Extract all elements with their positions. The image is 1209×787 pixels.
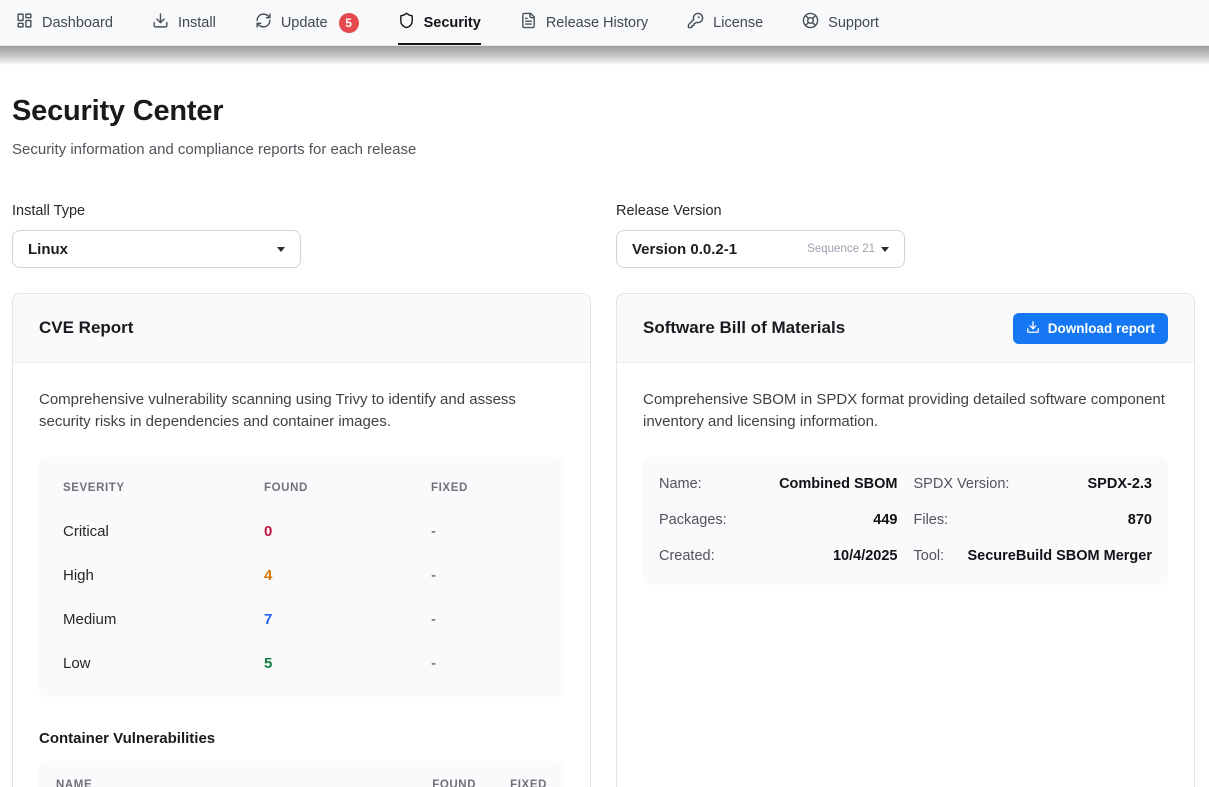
sbom-details-panel: Name: Combined SBOM SPDX Version: SPDX-2…: [643, 457, 1168, 585]
fixed-count: -: [431, 655, 540, 672]
cve-report-title: CVE Report: [39, 318, 133, 338]
table-row: Critical 0 -: [39, 510, 564, 554]
install-type-value: Linux: [28, 241, 68, 258]
list-item: Created: 10/4/2025: [659, 538, 898, 574]
download-icon: [1026, 320, 1040, 337]
update-count-badge: 5: [339, 13, 359, 33]
fixed-count: -: [431, 523, 540, 540]
download-icon: [152, 12, 169, 33]
chevron-down-icon: [277, 247, 285, 252]
severity-label: Low: [63, 655, 264, 672]
install-type-filter: Install Type Linux: [12, 203, 591, 268]
detail-label: SPDX Version:: [914, 476, 1010, 492]
container-vulnerabilities-table-header: NAME FOUND FIXED: [39, 761, 564, 787]
detail-label: Name:: [659, 476, 702, 492]
fixed-count: -: [431, 567, 540, 584]
sbom-card: Software Bill of Materials Download repo…: [616, 293, 1195, 787]
detail-label: Files:: [914, 512, 949, 528]
nav-tab-label: Dashboard: [42, 15, 113, 31]
top-nav: Dashboard Install Update 5 Security Rele…: [0, 0, 1209, 46]
fixed-count: -: [431, 611, 540, 628]
refresh-icon: [255, 12, 272, 33]
found-count: 0: [264, 523, 431, 540]
detail-value: 449: [873, 512, 897, 528]
install-type-label: Install Type: [12, 203, 591, 219]
detail-label: Created:: [659, 548, 715, 564]
nav-tab-label: Release History: [546, 15, 648, 31]
release-version-value: Version 0.0.2-1: [632, 241, 737, 258]
file-text-icon: [520, 12, 537, 33]
list-item: SPDX Version: SPDX-2.3: [914, 466, 1153, 502]
sbom-header: Software Bill of Materials Download repo…: [617, 294, 1194, 363]
dashboard-icon: [16, 12, 33, 33]
release-version-filter: Release Version Version 0.0.2-1 Sequence…: [616, 203, 1195, 268]
page-subtitle: Security information and compliance repo…: [12, 141, 1195, 158]
list-item: Packages: 449: [659, 502, 898, 538]
shield-icon: [398, 12, 415, 33]
severity-column-header: SEVERITY: [63, 482, 264, 494]
sbom-body: Comprehensive SBOM in SPDX format provid…: [617, 363, 1194, 611]
found-count: 7: [264, 611, 431, 628]
table-row: Medium 7 -: [39, 598, 564, 642]
table-row: Low 5 -: [39, 642, 564, 686]
fixed-column-header: FIXED: [431, 482, 540, 494]
key-icon: [687, 12, 704, 33]
nav-tab-security[interactable]: Security: [398, 0, 481, 45]
severity-label: Critical: [63, 523, 264, 540]
nav-tab-label: Install: [178, 15, 216, 31]
container-vulnerabilities-title: Container Vulnerabilities: [39, 730, 564, 747]
list-item: Tool: SecureBuild SBOM Merger: [914, 538, 1153, 574]
detail-value: Combined SBOM: [779, 476, 897, 492]
sbom-title: Software Bill of Materials: [643, 318, 845, 338]
security-center-page: Security Center Security information and…: [0, 95, 1209, 787]
detail-label: Tool:: [914, 548, 945, 564]
fixed-column-header: FIXED: [510, 779, 547, 787]
list-item: Name: Combined SBOM: [659, 466, 898, 502]
detail-value: SPDX-2.3: [1088, 476, 1152, 492]
chevron-down-icon: [881, 247, 889, 252]
install-type-select[interactable]: Linux: [12, 230, 301, 268]
detail-value: 10/4/2025: [833, 548, 898, 564]
release-version-label: Release Version: [616, 203, 1195, 219]
nav-tab-release-history[interactable]: Release History: [520, 0, 648, 45]
name-column-header: NAME: [56, 779, 398, 787]
found-column-header: FOUND: [264, 482, 431, 494]
found-column-header: FOUND: [432, 779, 476, 787]
detail-value: 870: [1128, 512, 1152, 528]
nav-tab-update[interactable]: Update 5: [255, 0, 359, 45]
nav-tab-label: Update: [281, 15, 328, 31]
cve-report-header: CVE Report: [13, 294, 590, 363]
severity-label: High: [63, 567, 264, 584]
filters-row: Install Type Linux Release Version Versi…: [12, 203, 1195, 268]
nav-tab-license[interactable]: License: [687, 0, 763, 45]
sbom-description: Comprehensive SBOM in SPDX format provid…: [643, 389, 1168, 433]
life-buoy-icon: [802, 12, 819, 33]
nav-tab-install[interactable]: Install: [152, 0, 216, 45]
nav-tab-dashboard[interactable]: Dashboard: [16, 0, 113, 45]
list-item: Files: 870: [914, 502, 1153, 538]
page-title: Security Center: [12, 95, 1195, 128]
download-report-button[interactable]: Download report: [1013, 313, 1168, 344]
detail-label: Packages:: [659, 512, 727, 528]
nav-shadow-divider: [0, 46, 1209, 65]
nav-tab-support[interactable]: Support: [802, 0, 879, 45]
cve-report-body: Comprehensive vulnerability scanning usi…: [13, 363, 590, 787]
detail-value: SecureBuild SBOM Merger: [967, 548, 1152, 564]
cve-report-card: CVE Report Comprehensive vulnerability s…: [12, 293, 591, 787]
cards-row: CVE Report Comprehensive vulnerability s…: [12, 293, 1195, 787]
severity-table: SEVERITY FOUND FIXED Critical 0 - High 4…: [39, 457, 564, 697]
found-count: 5: [264, 655, 431, 672]
release-version-select[interactable]: Version 0.0.2-1 Sequence 21: [616, 230, 905, 268]
download-report-label: Download report: [1048, 321, 1155, 336]
sequence-badge: Sequence 21: [807, 243, 875, 255]
nav-tab-label: License: [713, 15, 763, 31]
severity-table-header: SEVERITY FOUND FIXED: [39, 466, 564, 510]
cve-report-description: Comprehensive vulnerability scanning usi…: [39, 389, 564, 433]
table-row: High 4 -: [39, 554, 564, 598]
nav-tab-label: Support: [828, 15, 879, 31]
nav-tab-label: Security: [424, 15, 481, 31]
found-count: 4: [264, 567, 431, 584]
severity-label: Medium: [63, 611, 264, 628]
